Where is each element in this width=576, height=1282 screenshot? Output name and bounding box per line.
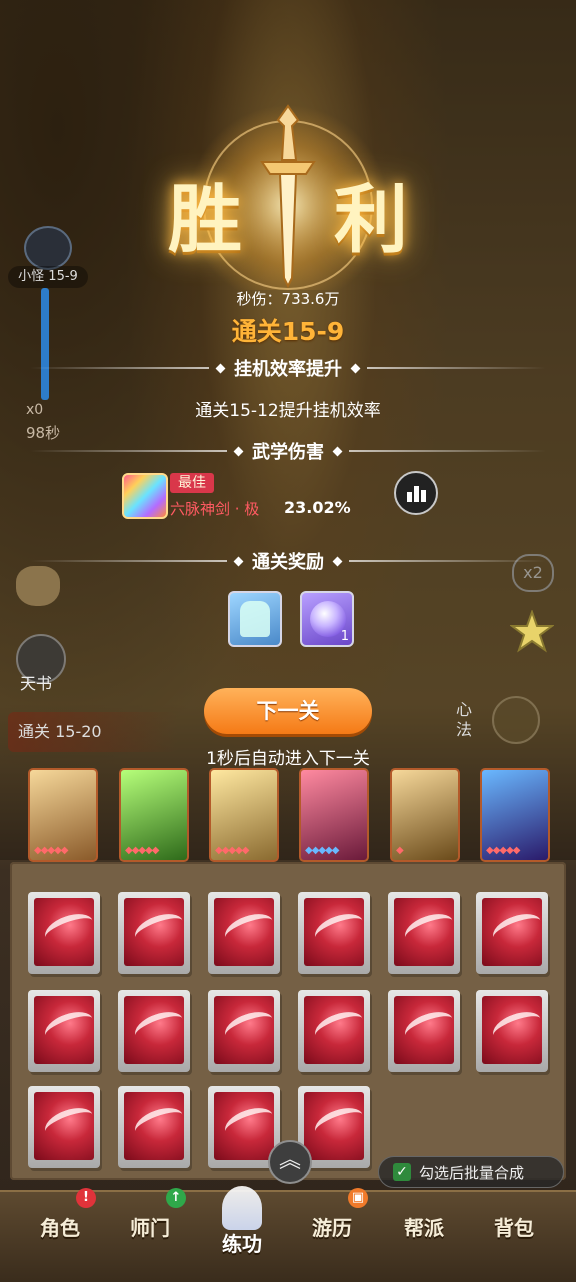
reward-item[interactable]	[228, 591, 282, 647]
skill-scroll-card[interactable]	[298, 990, 370, 1072]
skill-scroll-card[interactable]	[28, 1086, 100, 1168]
skill-scroll-card[interactable]	[118, 892, 190, 974]
six-meridian-sword-icon	[122, 473, 168, 519]
victory-title-left: 胜	[168, 177, 242, 263]
equipped-skill-card[interactable]: ◆	[390, 768, 460, 862]
gift-badge-icon: ▣	[348, 1188, 368, 1208]
efficiency-text: 通关15-12提升挂机效率	[195, 401, 381, 421]
best-badge: 最佳	[170, 473, 214, 493]
skill-scroll-card[interactable]	[388, 990, 460, 1072]
nav-item-label: 背包	[494, 1216, 534, 1240]
batch-merge-toggle[interactable]: ✓ 勾选后批量合成	[378, 1156, 564, 1188]
skill-scroll-card[interactable]	[28, 990, 100, 1072]
loot-bag-icon[interactable]	[16, 566, 60, 606]
training-lotus-icon	[222, 1186, 262, 1230]
nav-item-label: 师门	[130, 1216, 170, 1240]
checkbox-checked-icon[interactable]: ✓	[393, 1163, 411, 1181]
damage-section-title: 武学伤害	[252, 442, 324, 463]
skill-scroll-card[interactable]	[118, 990, 190, 1072]
nav-item-label: 游历	[312, 1216, 352, 1240]
stage-cleared-title: 通关15-9	[231, 317, 345, 346]
reward-quantity: 1	[340, 629, 349, 644]
damage-section-header: 武学伤害	[30, 440, 546, 463]
xinfa-icon[interactable]	[492, 696, 540, 744]
nav-item-travel[interactable]: 游历	[292, 1212, 372, 1241]
dps-value: 733.6万	[281, 290, 340, 308]
nav-item-label: 帮派	[404, 1216, 444, 1240]
skill-scroll-card[interactable]	[118, 1086, 190, 1168]
skill-bag-panel	[10, 862, 566, 1180]
nav-item-training[interactable]: 练功	[202, 1228, 282, 1257]
dps-label: 秒伤：	[236, 290, 282, 308]
nav-item-sect[interactable]: 师门	[110, 1212, 190, 1241]
star-emblem-icon[interactable]	[510, 610, 554, 654]
auto-next-countdown: 1秒后自动进入下一关	[206, 749, 370, 769]
equipped-skill-card[interactable]: ◆◆◆◆◆	[209, 768, 279, 862]
nav-item-backpack[interactable]: 背包	[474, 1212, 554, 1241]
next-stage-button[interactable]: 下一关	[204, 688, 372, 734]
nav-item-label: 角色	[40, 1216, 80, 1240]
xinfa-label: 心法	[456, 700, 473, 739]
skill-scroll-card[interactable]	[476, 892, 548, 974]
skill-scroll-card[interactable]	[28, 892, 100, 974]
equipped-skill-card[interactable]: ◆◆◆◆◆	[28, 768, 98, 862]
collapse-up-button[interactable]: ︽	[268, 1140, 312, 1184]
equipped-skill-card[interactable]: ◆◆◆◆◆	[299, 768, 369, 862]
palm-manual-icon	[240, 601, 270, 637]
nav-item-character[interactable]: 角色	[20, 1212, 100, 1241]
bottom-nav: 角色 ! 师门 ↑ 练功 游历 ▣ 帮派 背包	[0, 1186, 576, 1282]
rewards-section-header: 通关奖励	[30, 550, 546, 573]
skill-scroll-card[interactable]	[388, 892, 460, 974]
batch-merge-label: 勾选后批量合成	[419, 1163, 525, 1182]
heaven-book-label: 天书	[20, 674, 53, 693]
skill-name: 六脉神剑 · 极	[170, 500, 260, 518]
upgrade-arrow-icon: ↑	[166, 1188, 186, 1208]
damage-stats-button[interactable]	[394, 471, 438, 515]
enemy-stage-label: 小怪 15-9	[8, 266, 88, 288]
skill-scroll-card[interactable]	[208, 990, 280, 1072]
skill-scroll-card[interactable]	[208, 892, 280, 974]
enemy-portrait-icon	[24, 226, 72, 270]
skill-damage-percent: 23.02%	[284, 498, 351, 517]
dps-readout: 秒伤：733.6万	[0, 288, 576, 309]
equipped-skill-card[interactable]: ◆◆◆◆◆	[480, 768, 550, 862]
rewards-section-title: 通关奖励	[252, 552, 324, 573]
reward-item[interactable]: 1	[300, 591, 354, 647]
equipped-skills-row: ◆◆◆◆◆ ◆◆◆◆◆ ◆◆◆◆◆ ◆◆◆◆◆ ◆ ◆◆◆◆◆	[28, 768, 554, 862]
efficiency-section-header: 挂机效率提升	[30, 357, 546, 380]
skill-scroll-card[interactable]	[476, 990, 548, 1072]
nav-item-guild[interactable]: 帮派	[384, 1212, 464, 1241]
equipped-skill-card[interactable]: ◆◆◆◆◆	[119, 768, 189, 862]
efficiency-section-title: 挂机效率提升	[234, 359, 342, 380]
nav-item-label: 练功	[222, 1232, 262, 1256]
skill-scroll-card[interactable]	[298, 892, 370, 974]
victory-title-right: 利	[334, 177, 408, 263]
alert-badge-icon: !	[76, 1188, 96, 1208]
